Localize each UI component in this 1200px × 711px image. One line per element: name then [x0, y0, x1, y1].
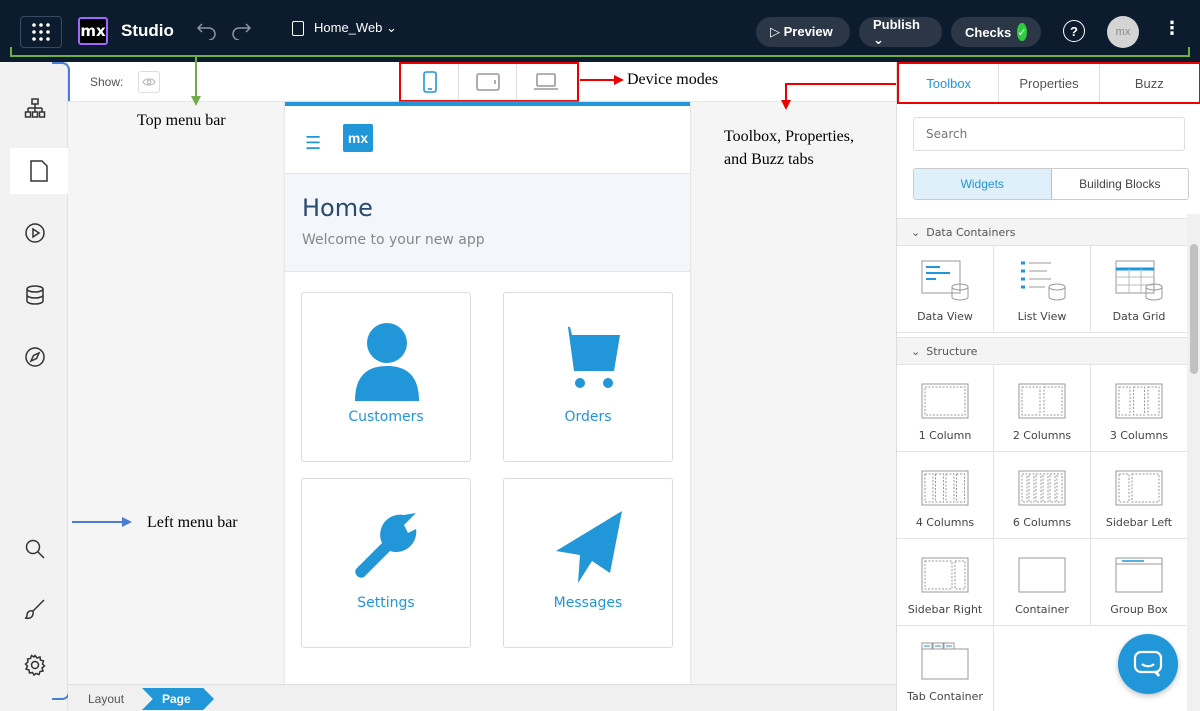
tabs-arrowhead: [781, 100, 791, 110]
annotation-device-modes: Device modes: [627, 71, 719, 88]
annotation-arrows: [72, 57, 896, 527]
annotation-left-menu: Left menu bar: [147, 514, 238, 531]
device-modes-arrowhead: [614, 75, 624, 85]
tabs-arrow: [785, 83, 896, 102]
top-menu-arrowhead: [191, 96, 201, 106]
annotation-tabs-line1: Toolbox, Properties,: [724, 128, 854, 145]
left-menu-arrowhead: [122, 517, 132, 527]
annotation-top-menu: Top menu bar: [137, 112, 226, 129]
annotation-tabs-line2: and Buzz tabs: [724, 151, 814, 168]
